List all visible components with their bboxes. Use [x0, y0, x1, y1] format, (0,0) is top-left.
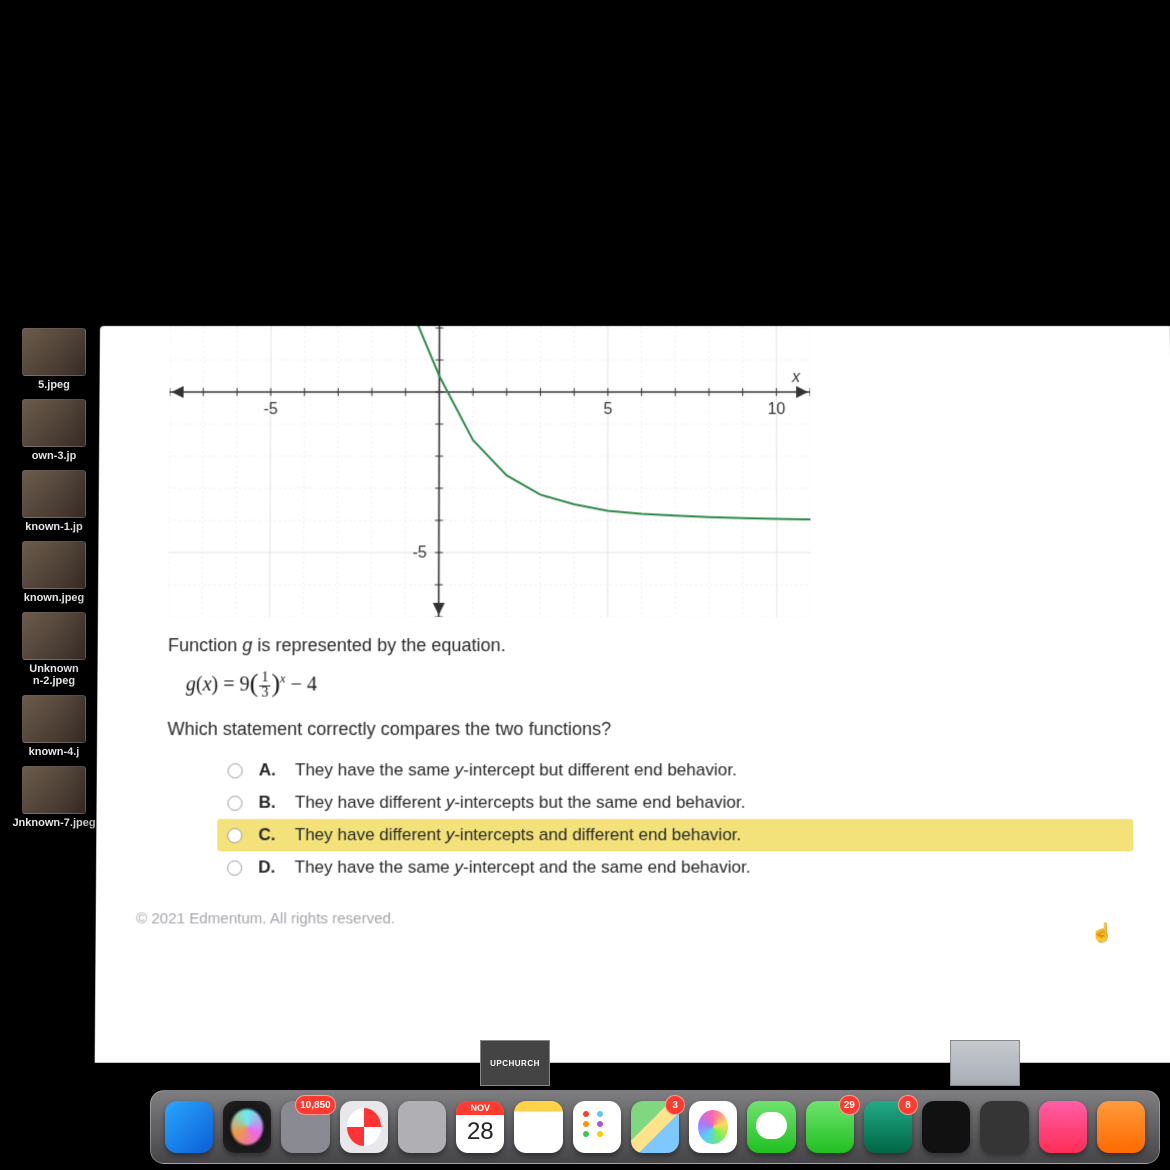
equation: g(x) = 9(13)x − 4 — [186, 670, 1133, 700]
function-graph: -5 5 10 -5 x — [168, 326, 811, 617]
messages-icon[interactable] — [747, 1101, 795, 1153]
facetime-icon[interactable]: 29 — [806, 1101, 854, 1153]
quiz-window: -5 5 10 -5 x Function g is represented by th… — [95, 326, 1170, 1063]
radio-icon[interactable] — [228, 763, 243, 778]
siri-icon[interactable] — [223, 1101, 271, 1153]
desktop-file[interactable]: Jnknown-7.jpeg — [4, 766, 104, 829]
desktop-file[interactable]: known.jpeg — [4, 541, 104, 604]
safari-icon[interactable] — [340, 1101, 388, 1153]
question-prompt: Which statement correctly compares the t… — [167, 719, 1132, 740]
stonks-icon[interactable]: 8 — [864, 1101, 912, 1153]
svg-text:x: x — [791, 369, 801, 386]
radio-icon[interactable] — [227, 795, 242, 810]
desktop-file[interactable]: known-4.j — [4, 695, 104, 758]
reminders-icon[interactable] — [573, 1101, 621, 1153]
music-icon[interactable] — [1039, 1101, 1087, 1153]
radio-icon[interactable] — [227, 828, 242, 843]
desktop-file[interactable]: 5.jpeg — [4, 328, 104, 391]
svg-text:-5: -5 — [413, 545, 427, 562]
svg-text:5: 5 — [603, 401, 612, 418]
svg-text:-5: -5 — [263, 401, 277, 418]
finder-icon[interactable] — [165, 1101, 213, 1153]
desktop-file[interactable]: known-1.jp — [4, 470, 104, 533]
pointer-cursor-icon: ☝ — [1091, 922, 1114, 943]
desktop-files-column: 5.jpeg own-3.jp known-1.jp known.jpeg Un… — [0, 320, 110, 831]
choice-d[interactable]: D. They have the same y-intercept and th… — [217, 851, 1134, 883]
thumbnail-generic[interactable] — [950, 1040, 1020, 1086]
graph-svg: -5 5 10 -5 x — [168, 326, 811, 617]
thumbnail-upchurch[interactable]: UPCHURCH — [480, 1040, 550, 1086]
screenshot-icon[interactable] — [398, 1101, 446, 1153]
app-icon[interactable] — [980, 1101, 1028, 1153]
svg-text:10: 10 — [768, 401, 786, 418]
choice-a[interactable]: A. They have the same y-intercept but di… — [217, 754, 1133, 786]
choice-c[interactable]: C. They have different y-intercepts and … — [217, 819, 1133, 851]
calendar-icon[interactable]: NOV28 — [456, 1101, 504, 1153]
copyright: © 2021 Edmentum. All rights reserved. — [136, 910, 1134, 927]
macos-dock: 10,850 NOV28 3 29 8 — [150, 1090, 1160, 1164]
stocks-icon[interactable] — [922, 1101, 970, 1153]
desktop-file[interactable]: own-3.jp — [4, 399, 104, 462]
question-intro: Function g is represented by the equatio… — [168, 635, 1132, 656]
desktop-file[interactable]: Unknown n-2.jpeg — [4, 612, 104, 687]
notes-icon[interactable] — [514, 1101, 562, 1153]
maps-icon[interactable]: 3 — [631, 1101, 679, 1153]
launchpad-icon[interactable]: 10,850 — [281, 1101, 329, 1153]
radio-icon[interactable] — [227, 860, 242, 875]
books-icon[interactable] — [1097, 1101, 1145, 1153]
photos-icon[interactable] — [689, 1101, 737, 1153]
answer-list: A. They have the same y-intercept but di… — [217, 754, 1134, 884]
choice-b[interactable]: B. They have different y-intercepts but … — [217, 787, 1133, 819]
